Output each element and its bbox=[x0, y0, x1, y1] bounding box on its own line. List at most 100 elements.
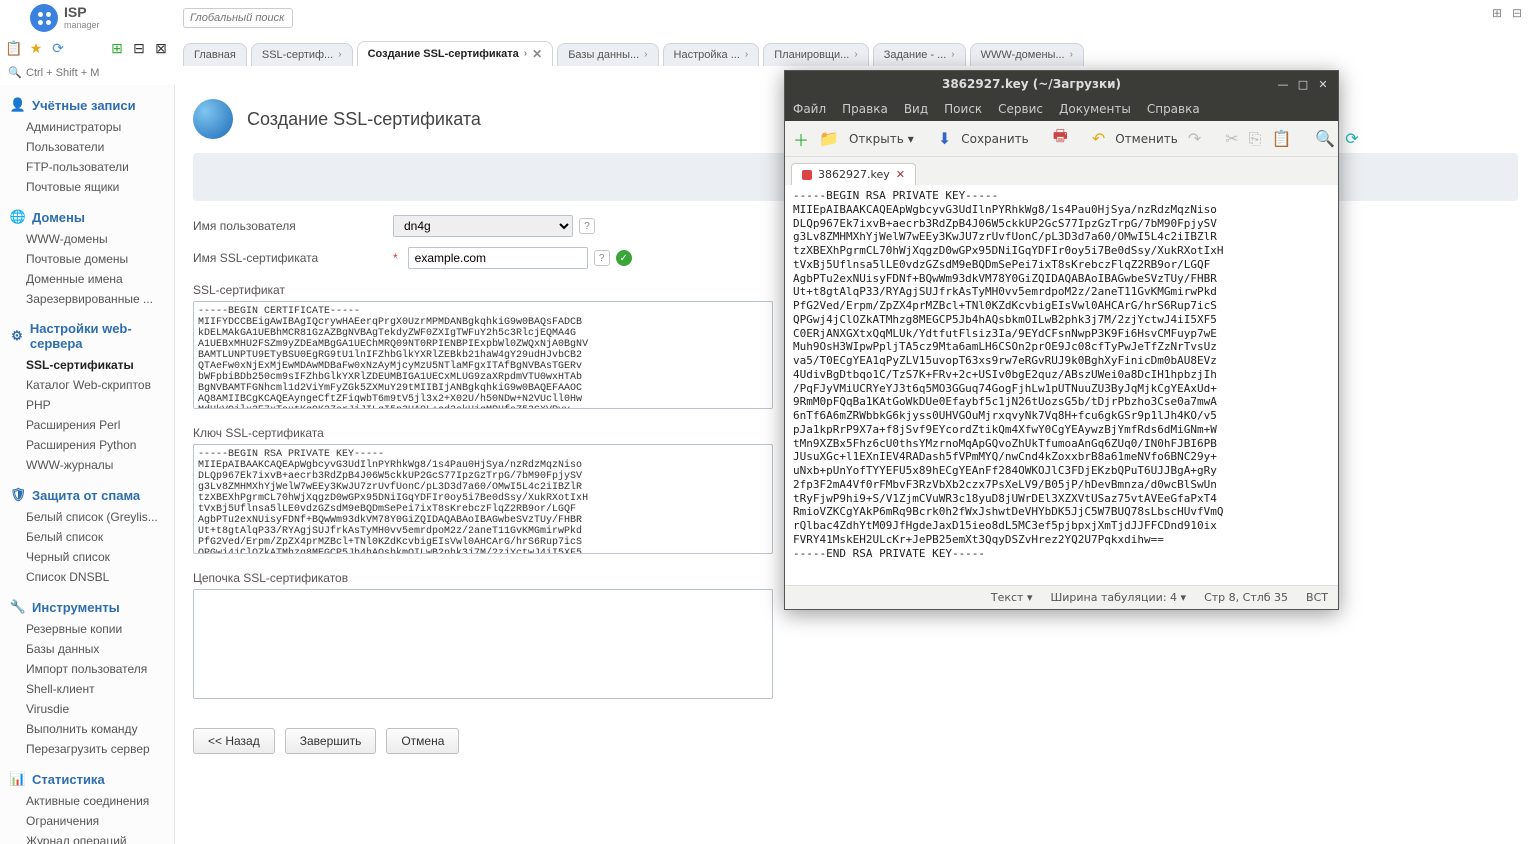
user-select[interactable]: dn4g bbox=[393, 215, 573, 237]
editor-paste-icon[interactable]: 📋 bbox=[1271, 129, 1291, 148]
page-title: Создание SSL-сертификата bbox=[247, 109, 481, 130]
sidebar-item[interactable]: PHP bbox=[0, 395, 174, 415]
editor-menu-item[interactable]: Правка bbox=[842, 102, 888, 116]
sidebar-item[interactable]: Черный список bbox=[0, 547, 174, 567]
editor-menu-item[interactable]: Документы bbox=[1059, 102, 1131, 116]
editor-close-icon[interactable]: ✕ bbox=[1316, 77, 1330, 91]
sidebar-item[interactable]: SSL-сертификаты bbox=[0, 355, 174, 375]
sidebar-section-icon: 📊 bbox=[10, 771, 26, 787]
editor-menu-item[interactable]: Справка bbox=[1147, 102, 1200, 116]
editor-menubar: Файл Правка Вид Поиск Сервис Документы Справка bbox=[785, 97, 1338, 121]
sidebar-item[interactable]: Доменные имена bbox=[0, 269, 174, 289]
back-button[interactable]: << Назад bbox=[193, 728, 275, 754]
help-icon[interactable]: ? bbox=[579, 218, 595, 234]
sidebar-section-5[interactable]: 📊Статистика bbox=[0, 767, 174, 791]
sidebar-item[interactable]: Белый список (Greylis... bbox=[0, 507, 174, 527]
global-search-input[interactable] bbox=[183, 8, 293, 28]
sidebar-item[interactable]: Расширения Perl bbox=[0, 415, 174, 435]
editor-undo-button[interactable]: Отменить bbox=[1115, 132, 1178, 146]
sidebar-section-1[interactable]: 🌐Домены bbox=[0, 205, 174, 229]
sidebar-item[interactable]: Почтовые ящики bbox=[0, 177, 174, 197]
sslname-input[interactable] bbox=[408, 247, 588, 269]
tab-2[interactable]: Создание SSL-сертификата›✕ bbox=[357, 41, 554, 66]
cancel-button[interactable]: Отмена bbox=[386, 728, 459, 754]
sidebar-item[interactable]: Активные соединения bbox=[0, 791, 174, 811]
sidebar-item[interactable]: Журнал операций bbox=[0, 831, 174, 844]
editor-search-icon[interactable]: 🔍 bbox=[1315, 129, 1335, 148]
editor-undo-icon[interactable]: ↶ bbox=[1092, 129, 1105, 148]
sidebar-section-icon: 🛡 bbox=[10, 487, 26, 503]
sidebar-item[interactable]: Зарезервированные ... bbox=[0, 289, 174, 309]
key-textarea[interactable]: -----BEGIN RSA PRIVATE KEY----- MIIEpAIB… bbox=[193, 444, 773, 554]
toolbar-copy-icon[interactable]: 📋 bbox=[6, 40, 22, 56]
sidebar-section-2[interactable]: ⚙Настройки web-сервера bbox=[0, 317, 174, 355]
shortcut-search-input[interactable] bbox=[8, 63, 148, 83]
sidebar-item[interactable]: Расширения Python bbox=[0, 435, 174, 455]
header-icon-1[interactable]: ⊞ bbox=[1492, 6, 1506, 20]
toolbar-refresh-icon[interactable]: ⟳ bbox=[50, 40, 66, 56]
editor-menu-item[interactable]: Вид bbox=[904, 102, 928, 116]
sidebar-item[interactable]: Резервные копии bbox=[0, 619, 174, 639]
editor-redo-icon[interactable]: ↷ bbox=[1188, 129, 1201, 148]
sidebar-section-0[interactable]: 👤Учётные записи bbox=[0, 93, 174, 117]
editor-tab-close-icon[interactable]: ✕ bbox=[896, 168, 905, 181]
editor-menu-item[interactable]: Файл bbox=[793, 102, 826, 116]
chevron-icon: › bbox=[951, 49, 954, 60]
editor-tab-label: 3862927.key bbox=[818, 168, 890, 181]
editor-menu-item[interactable]: Сервис bbox=[998, 102, 1043, 116]
editor-cursor-pos: Стр 8, Стлб 35 bbox=[1204, 591, 1288, 604]
sidebar-item[interactable]: Каталог Web-скриптов bbox=[0, 375, 174, 395]
help-icon[interactable]: ? bbox=[594, 250, 610, 266]
toolbar-star-icon[interactable]: ★ bbox=[28, 40, 44, 56]
logo-subtext: manager bbox=[64, 20, 100, 30]
finish-button[interactable]: Завершить bbox=[285, 728, 377, 754]
editor-tab-dot-icon bbox=[802, 170, 812, 180]
sidebar-item[interactable]: Перезагрузить сервер bbox=[0, 739, 174, 759]
editor-maximize-icon[interactable]: □ bbox=[1296, 77, 1310, 91]
sidebar-item[interactable]: Почтовые домены bbox=[0, 249, 174, 269]
sidebar-item[interactable]: Импорт пользователя bbox=[0, 659, 174, 679]
sidebar-item[interactable]: Пользователи bbox=[0, 137, 174, 157]
editor-print-icon[interactable]: 🖶 bbox=[1053, 125, 1068, 152]
cert-textarea[interactable]: -----BEGIN CERTIFICATE----- MIIFYDCCBEig… bbox=[193, 301, 773, 409]
toolbar-remove-icon[interactable]: ⊟ bbox=[131, 40, 147, 56]
editor-new-icon[interactable]: ＋ bbox=[793, 127, 809, 151]
sidebar-item[interactable]: Выполнить команду bbox=[0, 719, 174, 739]
editor-tabwidth[interactable]: Ширина табуляции: 4 ▾ bbox=[1050, 591, 1186, 604]
tab-close-icon[interactable]: ✕ bbox=[532, 47, 542, 61]
sidebar-section-3[interactable]: 🛡Защита от спама bbox=[0, 483, 174, 507]
editor-text-content[interactable]: -----BEGIN RSA PRIVATE KEY----- MIIEpAIB… bbox=[793, 189, 1330, 560]
editor-menu-item[interactable]: Поиск bbox=[944, 102, 982, 116]
header-icon-2[interactable]: ⊟ bbox=[1512, 6, 1526, 20]
sslname-label: Имя SSL-сертификата bbox=[193, 251, 393, 265]
editor-body[interactable]: -----BEGIN RSA PRIVATE KEY----- MIIEpAIB… bbox=[785, 185, 1338, 585]
editor-save-button[interactable]: Сохранить bbox=[961, 132, 1029, 146]
sidebar-item[interactable]: WWW-домены bbox=[0, 229, 174, 249]
editor-minimize-icon[interactable]: — bbox=[1276, 77, 1290, 91]
editor-file-tab[interactable]: 3862927.key ✕ bbox=[791, 163, 916, 185]
editor-cut-icon[interactable]: ✂ bbox=[1225, 129, 1238, 148]
editor-open-button[interactable]: Открыть ▾ bbox=[849, 132, 914, 146]
editor-save-icon[interactable]: ⬇ bbox=[938, 129, 951, 148]
ok-check-icon: ✓ bbox=[616, 250, 632, 266]
chain-textarea[interactable] bbox=[193, 589, 773, 699]
tabs-bar: ГлавнаяSSL-сертиф...›Создание SSL-сертиф… bbox=[175, 31, 1092, 66]
required-marker: * bbox=[393, 251, 398, 265]
toolbar-add-icon[interactable]: ⊞ bbox=[109, 40, 125, 56]
toolbar-close-icon[interactable]: ⊠ bbox=[153, 40, 169, 56]
editor-copy-icon[interactable]: ⎘ bbox=[1249, 129, 1262, 149]
user-label: Имя пользователя bbox=[193, 219, 393, 233]
editor-replace-icon[interactable]: ⟳ bbox=[1345, 129, 1358, 148]
sidebar-item[interactable]: WWW-журналы bbox=[0, 455, 174, 475]
sidebar-section-4[interactable]: 🔧Инструменты bbox=[0, 595, 174, 619]
sidebar-item[interactable]: Базы данных bbox=[0, 639, 174, 659]
sidebar-item[interactable]: Белый список bbox=[0, 527, 174, 547]
sidebar-item[interactable]: Администраторы bbox=[0, 117, 174, 137]
sidebar-item[interactable]: Список DNSBL bbox=[0, 567, 174, 587]
sidebar-item[interactable]: FTP-пользователи bbox=[0, 157, 174, 177]
sidebar-item[interactable]: Shell-клиент bbox=[0, 679, 174, 699]
editor-folder-icon[interactable]: 📁 bbox=[819, 129, 839, 148]
sidebar-item[interactable]: Ограничения bbox=[0, 811, 174, 831]
editor-mode[interactable]: Текст ▾ bbox=[991, 591, 1033, 604]
sidebar-item[interactable]: Virusdie bbox=[0, 699, 174, 719]
